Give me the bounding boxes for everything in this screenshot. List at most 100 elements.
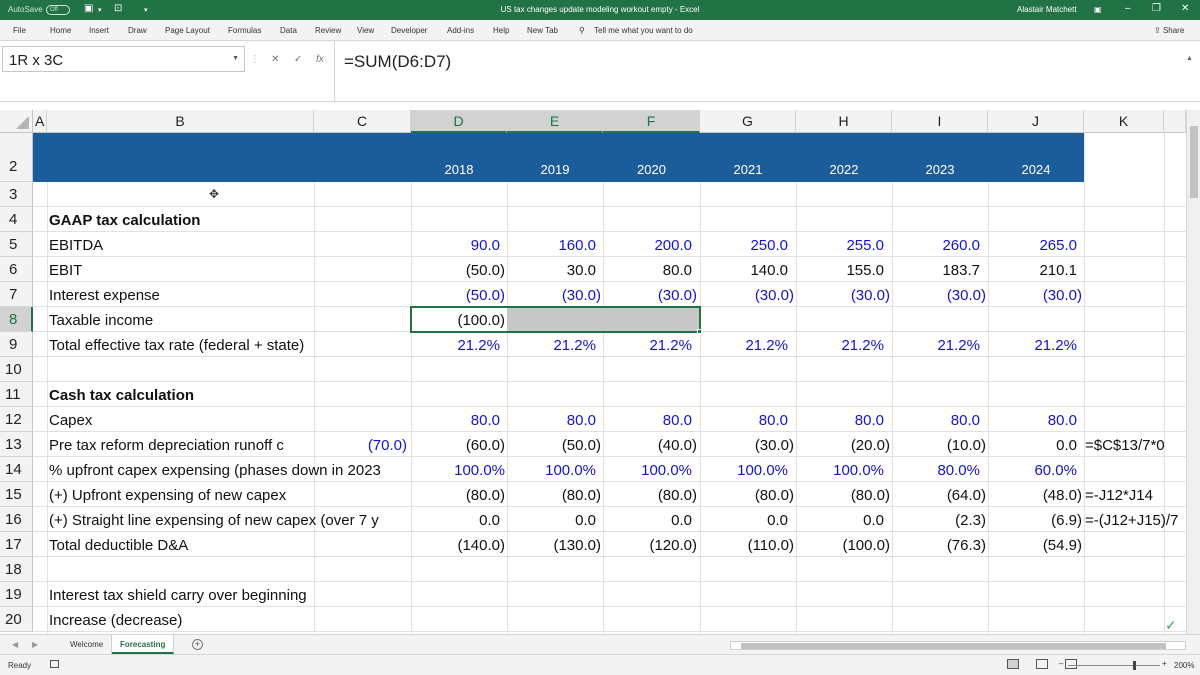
tab-add-ins[interactable]: Add-ins (447, 26, 474, 35)
cell-g14[interactable]: 100.0% (700, 462, 788, 479)
macro-record-icon[interactable] (50, 660, 59, 668)
cell-d13[interactable]: (60.0) (411, 437, 505, 454)
tab-file[interactable]: File (13, 26, 26, 35)
row-header[interactable]: 9 (0, 332, 33, 357)
tab-data[interactable]: Data (280, 26, 297, 35)
formula-input[interactable]: =SUM(D6:D7) (344, 52, 451, 72)
page-layout-view-icon[interactable] (1036, 659, 1048, 669)
tab-developer[interactable]: Developer (391, 26, 427, 35)
tab-draw[interactable]: Draw (128, 26, 147, 35)
minimize-icon[interactable]: – (1125, 3, 1131, 14)
cell-h15[interactable]: (80.0) (796, 487, 890, 504)
cell-e7[interactable]: (30.0) (507, 287, 601, 304)
cell-f7[interactable]: (30.0) (603, 287, 697, 304)
restore-icon[interactable]: ❐ (1152, 3, 1161, 14)
cell-k15[interactable]: =-J12*J14 (1085, 487, 1153, 504)
cell-f6[interactable]: 80.0 (603, 262, 692, 279)
row-header[interactable]: 13 (0, 432, 33, 457)
cell-j9[interactable]: 21.2% (988, 337, 1077, 354)
row-header[interactable]: 4 (0, 207, 33, 232)
cell-i17[interactable]: (76.3) (892, 537, 986, 554)
cell-e16[interactable]: 0.0 (507, 512, 596, 529)
row-header[interactable]: 18 (0, 557, 33, 582)
worksheet-grid[interactable]: A B C D E F G H I J K 2 3 4 5 6 7 8 9 10… (0, 110, 1186, 634)
col-header-a[interactable]: A (33, 110, 47, 133)
cell-i5[interactable]: 260.0 (892, 237, 980, 254)
cell-f17[interactable]: (120.0) (603, 537, 697, 554)
cell-f5[interactable]: 200.0 (603, 237, 692, 254)
cell-h6[interactable]: 155.0 (796, 262, 884, 279)
horizontal-scrollbar[interactable] (730, 641, 1186, 650)
cell-d7[interactable]: (50.0) (411, 287, 505, 304)
row-header[interactable]: 14 (0, 457, 33, 482)
cell-j7[interactable]: (30.0) (988, 287, 1082, 304)
col-header-c[interactable]: C (314, 110, 411, 133)
tab-home[interactable]: Home (50, 26, 71, 35)
cell-d6[interactable]: (50.0) (411, 262, 505, 279)
cell-i7[interactable]: (30.0) (892, 287, 986, 304)
cell-e15[interactable]: (80.0) (507, 487, 601, 504)
tab-new-tab[interactable]: New Tab (527, 26, 558, 35)
cell-g7[interactable]: (30.0) (700, 287, 794, 304)
cell-d5[interactable]: 90.0 (411, 237, 500, 254)
cell-g9[interactable]: 21.2% (700, 337, 788, 354)
sheet-tab-forecasting[interactable]: Forecasting (112, 635, 175, 654)
col-header-d[interactable]: D (411, 110, 507, 133)
name-box[interactable]: 1R x 3C ▼ (2, 46, 245, 72)
row-header[interactable]: 7 (0, 282, 33, 307)
cell-d14[interactable]: 100.0% (411, 462, 505, 479)
row-header[interactable]: 16 (0, 507, 33, 532)
tab-insert[interactable]: Insert (89, 26, 109, 35)
cell-f13[interactable]: (40.0) (603, 437, 697, 454)
row-header[interactable]: 3 (0, 182, 33, 207)
cell-h13[interactable]: (20.0) (796, 437, 890, 454)
select-all-corner[interactable] (0, 110, 33, 133)
cell-d15[interactable]: (80.0) (411, 487, 505, 504)
col-header-e[interactable]: E (507, 110, 603, 133)
ribbon-display-icon[interactable]: ▣ (1094, 5, 1102, 14)
user-name[interactable]: Alastair Matchett (1017, 5, 1077, 14)
cell-d12[interactable]: 80.0 (411, 412, 500, 429)
col-header-k[interactable]: K (1084, 110, 1164, 133)
zoom-slider-track[interactable] (1068, 665, 1160, 666)
cell-d17[interactable]: (140.0) (411, 537, 505, 554)
cell-f14[interactable]: 100.0% (603, 462, 692, 479)
cell-g17[interactable]: (110.0) (700, 537, 794, 554)
vertical-scrollbar[interactable] (1186, 110, 1200, 634)
cell-g13[interactable]: (30.0) (700, 437, 794, 454)
col-header-g[interactable]: G (700, 110, 796, 133)
vertical-scroll-thumb[interactable] (1190, 126, 1198, 198)
cell-k16[interactable]: =-(J12+J15)/7 (1085, 512, 1178, 529)
tell-me-box[interactable]: Tell me what you want to do (594, 26, 693, 35)
zoom-slider-knob[interactable] (1133, 661, 1136, 670)
chevron-down-icon[interactable]: ▼ (232, 55, 239, 62)
col-header-j[interactable]: J (988, 110, 1084, 133)
row-header[interactable]: 19 (0, 582, 33, 607)
cell-i12[interactable]: 80.0 (892, 412, 980, 429)
cell-g6[interactable]: 140.0 (700, 262, 788, 279)
cell-j6[interactable]: 210.1 (988, 262, 1077, 279)
row-header[interactable]: 5 (0, 232, 33, 257)
cell-k13[interactable]: =$C$13/7*0 (1085, 437, 1165, 454)
cell-h16[interactable]: 0.0 (796, 512, 884, 529)
scroll-right-icon[interactable]: ▶ (32, 640, 38, 649)
cell-j15[interactable]: (48.0) (988, 487, 1082, 504)
sheet-tab-welcome[interactable]: Welcome (62, 635, 113, 654)
cell-e6[interactable]: 30.0 (507, 262, 596, 279)
normal-view-icon[interactable] (1007, 659, 1019, 669)
cell-d16[interactable]: 0.0 (411, 512, 500, 529)
tab-review[interactable]: Review (315, 26, 341, 35)
cell-h14[interactable]: 100.0% (796, 462, 884, 479)
cell-f16[interactable]: 0.0 (603, 512, 692, 529)
horizontal-scroll-thumb[interactable] (741, 643, 1166, 649)
cell-i6[interactable]: 183.7 (892, 262, 980, 279)
collapse-formula-bar-icon[interactable]: ▲ (1186, 55, 1193, 62)
zoom-in-icon[interactable]: + (1162, 659, 1167, 668)
cell-g15[interactable]: (80.0) (700, 487, 794, 504)
cell-h7[interactable]: (30.0) (796, 287, 890, 304)
cell-h17[interactable]: (100.0) (796, 537, 890, 554)
col-header-f[interactable]: F (603, 110, 700, 133)
cell-f9[interactable]: 21.2% (603, 337, 692, 354)
cell-j13[interactable]: 0.0 (988, 437, 1077, 454)
page-break-view-icon[interactable] (1065, 659, 1077, 669)
